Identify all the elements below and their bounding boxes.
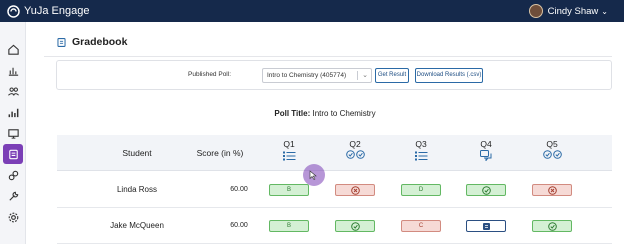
user-menu[interactable]: Cindy Shaw ⌄ — [528, 0, 608, 22]
top-bar: YuJa Engage Cindy Shaw ⌄ — [0, 0, 624, 22]
yuja-logo-icon — [7, 4, 20, 18]
sidebar-item-reports[interactable] — [3, 60, 23, 80]
cursor-highlight — [303, 164, 325, 186]
sidebar-item-analytics[interactable] — [3, 102, 23, 122]
published-poll-select[interactable]: Intro to Chemistry (405774) ⌄ — [262, 68, 372, 83]
divider — [44, 56, 612, 57]
sidebar-item-tools[interactable] — [3, 186, 23, 206]
sidebar-item-settings[interactable] — [3, 207, 23, 227]
answer-cell[interactable]: B — [269, 220, 309, 232]
sidebar-item-home[interactable] — [3, 39, 23, 59]
sidebar-item-integrations[interactable] — [3, 165, 23, 185]
home-icon — [7, 44, 19, 55]
gradebook-icon — [8, 149, 18, 159]
answer-cell[interactable] — [466, 184, 506, 196]
integrations-icon — [8, 170, 18, 180]
select-separator — [357, 71, 358, 80]
list-icon — [415, 151, 428, 161]
multi-check-icon — [346, 150, 365, 159]
app-title: YuJa Engage — [24, 5, 90, 17]
list-icon — [283, 151, 296, 161]
get-result-button[interactable]: Get Result — [375, 68, 409, 83]
user-name: Cindy Shaw — [547, 5, 599, 17]
page-title-text: Gradebook — [72, 36, 128, 48]
answer-cell[interactable]: B — [269, 184, 309, 196]
student-name: Linda Ross — [116, 185, 158, 194]
presentation-icon — [7, 128, 19, 139]
answer-cell[interactable] — [335, 184, 375, 196]
header-q1: Q1 — [283, 139, 295, 149]
answer-cell[interactable] — [532, 220, 572, 232]
sidebar-item-presentations[interactable] — [3, 123, 23, 143]
answer-cell[interactable]: C — [401, 220, 441, 232]
poll-title-value: Intro to Chemistry — [312, 109, 376, 118]
poll-title: Poll Title: Intro to Chemistry — [26, 109, 624, 118]
answer-text: B — [286, 223, 291, 229]
settings-icon — [8, 212, 18, 222]
header-student: Student — [122, 148, 152, 158]
answer-text: D — [418, 187, 424, 193]
table-row: Linda Ross 60.00 B D — [57, 172, 612, 208]
pointer-icon — [309, 170, 317, 180]
app-logo[interactable]: YuJa Engage — [7, 4, 90, 18]
table-header: Student Score (in %) Q1 Q2 Q3 Q4 Q5 — [57, 135, 612, 171]
check-icon — [351, 222, 360, 231]
check-icon — [482, 186, 491, 195]
header-score: Score (in %) — [196, 148, 244, 158]
cross-icon — [351, 186, 360, 195]
chevron-down-icon: ⌄ — [601, 6, 608, 16]
header-q5: Q5 — [546, 139, 558, 149]
chevron-down-icon: ⌄ — [362, 72, 368, 79]
answer-text: C — [418, 223, 424, 229]
gradebook-table: Student Score (in %) Q1 Q2 Q3 Q4 Q5 Lind… — [57, 135, 612, 244]
people-icon — [7, 86, 19, 96]
main-content: Gradebook Published Poll: Intro to Chemi… — [26, 22, 624, 244]
table-row: Jake McQueen 60.00 B C — [57, 208, 612, 244]
analytics-icon — [8, 108, 18, 117]
header-q3: Q3 — [415, 139, 427, 149]
tools-icon — [8, 191, 18, 201]
check-icon — [548, 222, 557, 231]
answer-cell[interactable]: D — [401, 184, 441, 196]
page-title: Gradebook — [56, 36, 127, 48]
answer-cell[interactable] — [335, 220, 375, 232]
student-score: 60.00 — [230, 186, 248, 193]
header-q2: Q2 — [349, 139, 361, 149]
poll-title-label: Poll Title: — [274, 109, 311, 118]
document-icon — [483, 223, 490, 230]
sidebar — [0, 22, 26, 244]
poll-filter-panel: Published Poll: Intro to Chemistry (4057… — [56, 60, 612, 90]
multi-check-icon — [543, 150, 562, 159]
sidebar-item-gradebook[interactable] — [3, 144, 23, 164]
header-q4: Q4 — [480, 139, 492, 149]
sidebar-item-users[interactable] — [3, 81, 23, 101]
bar-chart-icon — [8, 67, 18, 76]
answer-text: B — [286, 187, 291, 193]
student-score: 60.00 — [230, 222, 248, 229]
published-poll-label: Published Poll: — [188, 71, 231, 78]
answer-cell[interactable] — [532, 184, 572, 196]
student-name: Jake McQueen — [110, 221, 164, 230]
download-results-button[interactable]: Download Results (.csv) — [415, 68, 483, 83]
answer-cell[interactable] — [466, 220, 506, 232]
chat-icon — [480, 150, 492, 161]
avatar — [528, 4, 543, 18]
cross-icon — [548, 186, 557, 195]
published-poll-value: Intro to Chemistry (405774) — [267, 72, 347, 79]
gradebook-icon — [57, 37, 66, 47]
